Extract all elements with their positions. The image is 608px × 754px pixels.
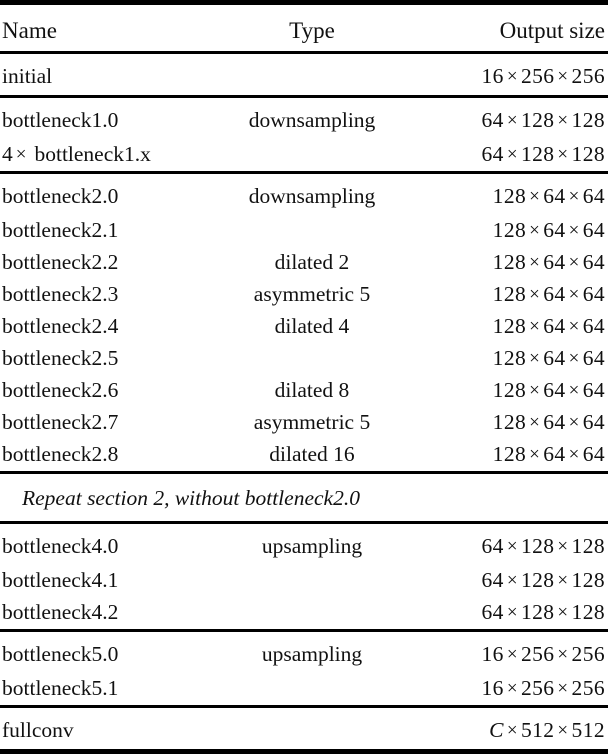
cell-layer-name: bottleneck2.6 xyxy=(2,378,119,403)
cell-layer-type xyxy=(232,597,392,631)
cell-layer-name: 4 × bottleneck1.x xyxy=(2,142,151,167)
architecture-table-container: Name Type Output size initial 16 × 256 × 256… xyxy=(0,0,608,754)
cell-layer-name: fullconv xyxy=(0,705,232,754)
cell-output-size: 16 × 256 × 256 xyxy=(392,629,608,673)
table-row: bottleneck2.5 128 × 64 × 64 xyxy=(0,343,608,375)
cell-layer-name: bottleneck4.2 xyxy=(2,600,119,625)
table-row: bottleneck4.2 64 × 128 × 128 xyxy=(0,597,608,631)
network-architecture-table: Name Type Output size initial 16 × 256 × 256… xyxy=(0,0,608,754)
cell-output-size: 64 × 128 × 128 xyxy=(481,600,605,625)
table-row: fullconv C × 512 × 512 xyxy=(0,705,608,754)
cell-output-size: 128 × 64 × 64 xyxy=(492,218,605,243)
table-row: bottleneck4.0 upsampling 64 × 128 × 128 xyxy=(0,521,608,565)
cell-layer-type: downsampling xyxy=(232,171,392,215)
cell-layer-type: downsampling xyxy=(232,95,392,139)
table-row: bottleneck1.0 downsampling 64 × 128 × 128 xyxy=(0,95,608,139)
cell-layer-name: bottleneck2.2 xyxy=(2,250,119,275)
cell-layer-name: bottleneck5.1 xyxy=(2,676,119,701)
cell-layer-name: bottleneck2.7 xyxy=(2,410,119,435)
table-row: 4 × bottleneck1.x 64 × 128 × 128 xyxy=(0,139,608,173)
column-header-output-size: Output size xyxy=(392,0,608,53)
cell-layer-type xyxy=(232,51,392,97)
cell-output-size: 128 × 64 × 64 xyxy=(492,410,605,435)
table-row: bottleneck2.7 asymmetric 5 128 × 64 × 64 xyxy=(0,407,608,439)
repeat-note-row: Repeat section 2, without bottleneck2.0 xyxy=(0,471,608,523)
table-row: bottleneck2.6 dilated 8 128 × 64 × 64 xyxy=(0,375,608,407)
header-row: Name Type Output size xyxy=(0,0,608,53)
cell-layer-type xyxy=(232,215,392,247)
cell-layer-type: upsampling xyxy=(232,521,392,565)
cell-layer-name: bottleneck2.8 xyxy=(2,442,119,467)
cell-layer-name: bottleneck2.3 xyxy=(2,282,119,307)
cell-layer-name: initial xyxy=(0,51,232,97)
cell-output-size: C × 512 × 512 xyxy=(392,705,608,754)
table-row: initial 16 × 256 × 256 xyxy=(0,51,608,97)
cell-layer-name: bottleneck2.5 xyxy=(2,346,119,371)
cell-output-size: 128 × 64 × 64 xyxy=(492,314,605,339)
cell-output-size: 128 × 64 × 64 xyxy=(492,442,605,467)
cell-layer-type xyxy=(232,139,392,173)
cell-layer-type: dilated 16 xyxy=(269,442,355,467)
cell-layer-name: bottleneck4.1 xyxy=(2,568,119,593)
cell-layer-name: bottleneck4.0 xyxy=(0,521,232,565)
column-header-type: Type xyxy=(232,0,392,53)
cell-output-size: 16 × 256 × 256 xyxy=(481,676,605,701)
cell-layer-type xyxy=(232,705,392,754)
cell-layer-type: dilated 4 xyxy=(274,314,350,339)
table-row: bottleneck2.0 downsampling 128 × 64 × 64 xyxy=(0,171,608,215)
cell-output-size: 64 × 128 × 128 xyxy=(481,568,605,593)
cell-layer-name: bottleneck5.0 xyxy=(0,629,232,673)
cell-output-size: 128 × 64 × 64 xyxy=(492,346,605,371)
table-row: bottleneck2.1 128 × 64 × 64 xyxy=(0,215,608,247)
cell-layer-name: bottleneck1.0 xyxy=(0,95,232,139)
cell-layer-type: asymmetric 5 xyxy=(253,410,371,435)
cell-layer-type xyxy=(232,673,392,707)
cell-layer-name: bottleneck2.4 xyxy=(2,314,119,339)
table-row: bottleneck2.3 asymmetric 5 128 × 64 × 64 xyxy=(0,279,608,311)
table-row: bottleneck2.4 dilated 4 128 × 64 × 64 xyxy=(0,311,608,343)
cell-layer-type xyxy=(232,343,392,375)
table-row: bottleneck4.1 64 × 128 × 128 xyxy=(0,565,608,597)
cell-output-size: 128 × 64 × 64 xyxy=(492,250,605,275)
cell-layer-type xyxy=(232,565,392,597)
cell-layer-type: dilated 2 xyxy=(274,250,350,275)
cell-output-size: 64 × 128 × 128 xyxy=(481,142,605,167)
cell-layer-name: bottleneck2.1 xyxy=(2,218,119,243)
cell-layer-type: dilated 8 xyxy=(274,378,350,403)
cell-layer-name: bottleneck2.0 xyxy=(0,171,232,215)
cell-output-size: 128 × 64 × 64 xyxy=(492,282,605,307)
table-row: bottleneck5.1 16 × 256 × 256 xyxy=(0,673,608,707)
table-row: bottleneck2.2 dilated 2 128 × 64 × 64 xyxy=(0,247,608,279)
cell-layer-type: upsampling xyxy=(232,629,392,673)
cell-layer-type: asymmetric 5 xyxy=(253,282,371,307)
repeat-section-note: Repeat section 2, without bottleneck2.0 xyxy=(0,471,608,523)
cell-output-size: 64 × 128 × 128 xyxy=(392,95,608,139)
cell-output-size: 128 × 64 × 64 xyxy=(392,171,608,215)
table-row: bottleneck2.8 dilated 16 128 × 64 × 64 xyxy=(0,439,608,473)
table-body: initial 16 × 256 × 256 bottleneck1.0 downsam… xyxy=(0,51,608,754)
cell-output-size: 128 × 64 × 64 xyxy=(492,378,605,403)
table-row: bottleneck5.0 upsampling 16 × 256 × 256 xyxy=(0,629,608,673)
column-header-name: Name xyxy=(0,0,232,53)
cell-output-size: 64 × 128 × 128 xyxy=(392,521,608,565)
cell-output-size: 16 × 256 × 256 xyxy=(392,51,608,97)
table-header: Name Type Output size xyxy=(0,0,608,53)
